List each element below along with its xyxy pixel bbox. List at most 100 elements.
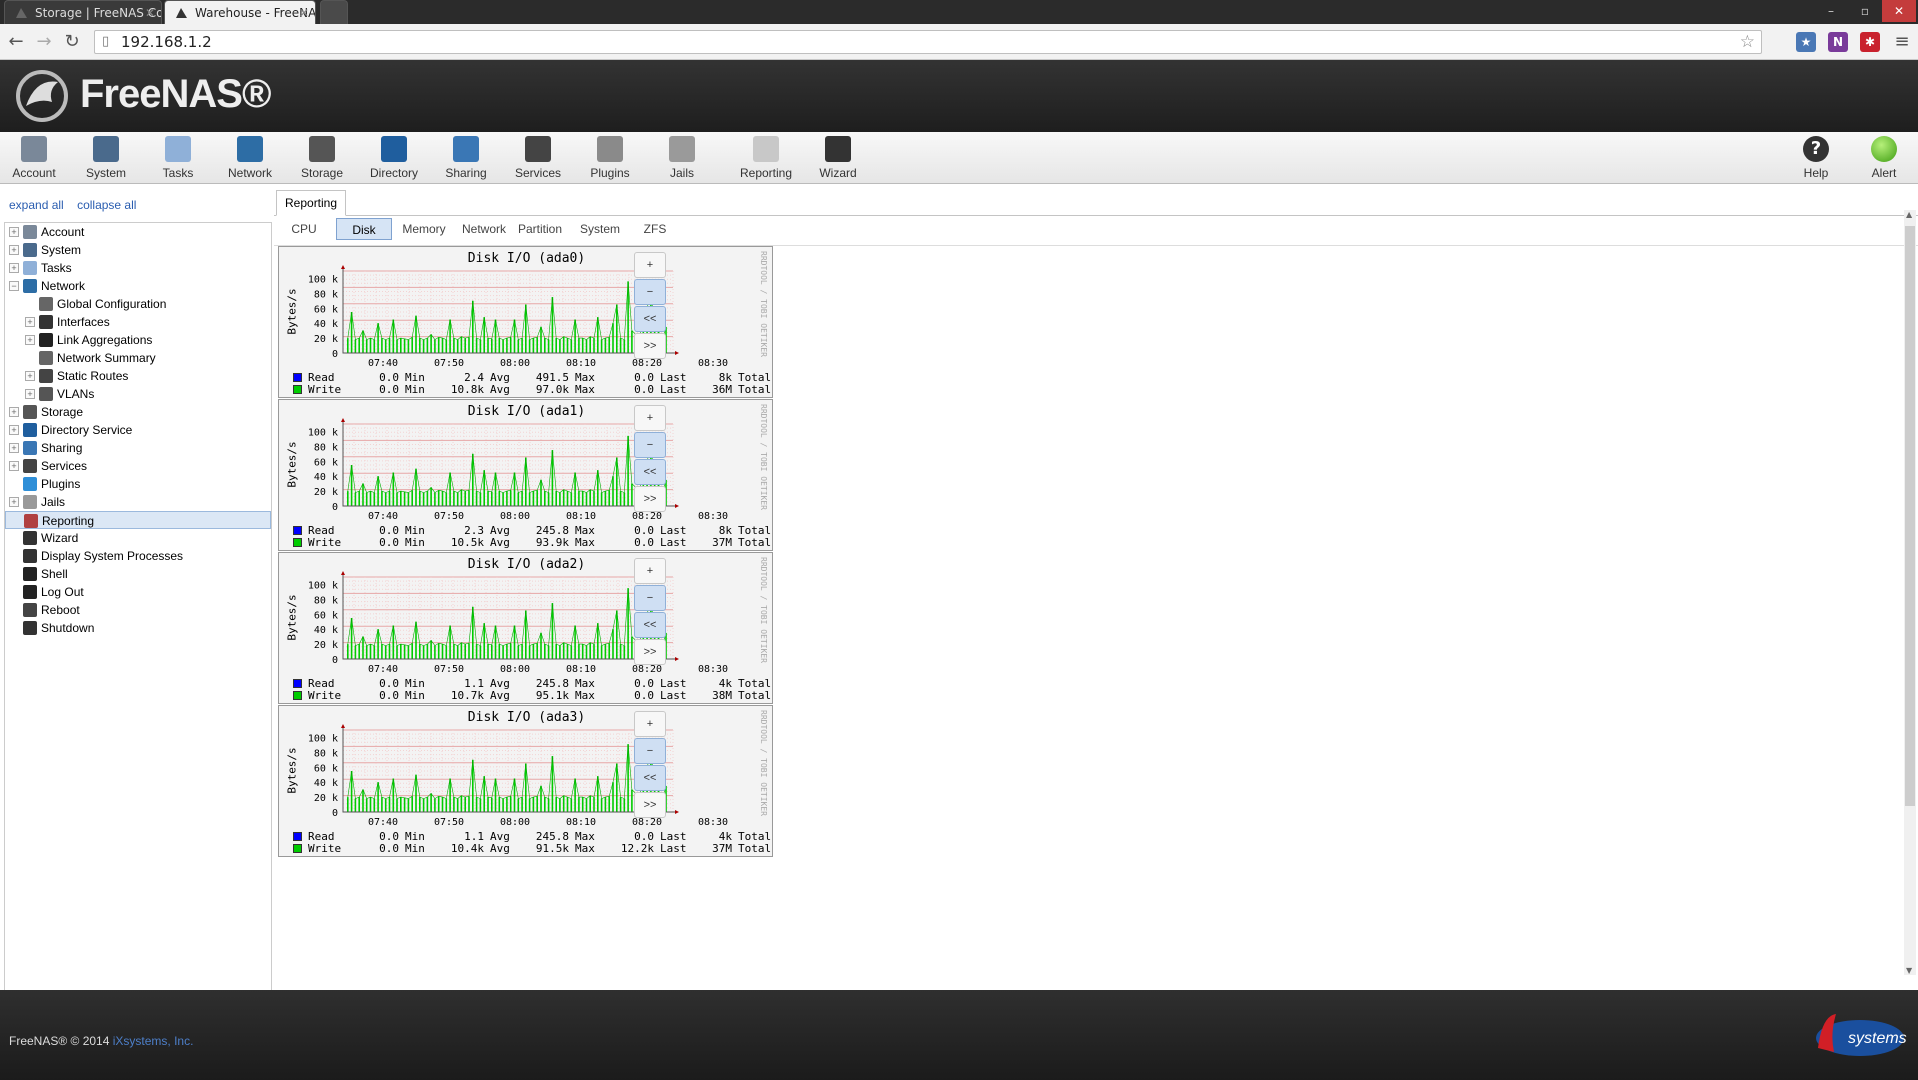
tab-reporting[interactable]: Reporting — [276, 190, 347, 216]
extension-onenote-icon[interactable]: N — [1828, 32, 1848, 52]
expand-icon[interactable]: + — [25, 317, 35, 327]
back-button[interactable]: << — [634, 459, 666, 485]
toolbar-tasks-button[interactable]: Tasks — [146, 134, 210, 182]
close-tab-icon[interactable]: ✕ — [299, 1, 309, 24]
sidebar-item-link-aggregations[interactable]: + Link Aggregations — [5, 331, 271, 349]
scroll-up-icon[interactable]: ▲ — [1906, 210, 1912, 219]
toolbar-alert-button[interactable]: Alert — [1852, 134, 1916, 182]
close-tab-icon[interactable]: ✕ — [145, 1, 155, 24]
sidebar-item-account[interactable]: + Account — [5, 223, 271, 241]
forward-button[interactable]: >> — [634, 486, 666, 512]
sidebar-item-display-system-processes[interactable]: Display System Processes — [5, 547, 271, 565]
toolbar-wizard-button[interactable]: Wizard — [806, 134, 870, 182]
reload-icon[interactable]: ↻ — [60, 30, 84, 54]
expand-icon[interactable]: + — [9, 497, 19, 507]
back-button[interactable]: << — [634, 306, 666, 332]
sidebar-item-network-summary[interactable]: Network Summary — [5, 349, 271, 367]
forward-button[interactable]: >> — [634, 333, 666, 359]
back-button[interactable]: << — [634, 765, 666, 791]
zoom-in-button[interactable]: + — [634, 558, 666, 584]
minimize-icon[interactable]: – — [1814, 0, 1848, 22]
browser-tab-storage[interactable]: Storage | FreeNAS Comm ✕ — [4, 0, 162, 24]
sidebar-item-directory-service[interactable]: + Directory Service — [5, 421, 271, 439]
zoom-in-button[interactable]: + — [634, 711, 666, 737]
expand-icon[interactable]: + — [9, 407, 19, 417]
zoom-out-button[interactable]: − — [634, 738, 666, 764]
browser-tab-warehouse[interactable]: Warehouse - FreeNAS-9.3 ✕ — [164, 0, 316, 24]
zoom-out-button[interactable]: − — [634, 279, 666, 305]
close-window-icon[interactable]: ✕ — [1882, 0, 1916, 22]
zoom-out-button[interactable]: − — [634, 432, 666, 458]
subtab-zfs[interactable]: ZFS — [634, 218, 676, 240]
subtab-network[interactable]: Network — [456, 218, 512, 240]
expand-icon[interactable]: + — [9, 425, 19, 435]
collapse-icon[interactable]: − — [9, 281, 19, 291]
extension-bookmark-icon[interactable]: ★ — [1796, 32, 1816, 52]
scroll-down-icon[interactable]: ▼ — [1906, 966, 1912, 975]
sidebar-item-shell[interactable]: Shell — [5, 565, 271, 583]
sidebar-item-plugins[interactable]: Plugins — [5, 475, 271, 493]
sidebar-item-static-routes[interactable]: + Static Routes — [5, 367, 271, 385]
extension-lastpass-icon[interactable]: ✱ — [1860, 32, 1880, 52]
company-link[interactable]: iXsystems, Inc. — [113, 1034, 194, 1048]
zoom-in-button[interactable]: + — [634, 405, 666, 431]
zoom-in-button[interactable]: + — [634, 252, 666, 278]
expand-icon[interactable]: + — [9, 443, 19, 453]
scrollbar-thumb[interactable] — [1905, 226, 1915, 806]
new-tab-button[interactable] — [320, 0, 348, 24]
expand-icon[interactable]: + — [25, 371, 35, 381]
subtab-memory[interactable]: Memory — [396, 218, 452, 240]
toolbar-system-button[interactable]: System — [74, 134, 138, 182]
expand-icon[interactable]: + — [25, 335, 35, 345]
sidebar-item-log-out[interactable]: Log Out — [5, 583, 271, 601]
expand-all-link[interactable]: expand all — [9, 198, 64, 212]
sidebar-item-sharing[interactable]: + Sharing — [5, 439, 271, 457]
maximize-icon[interactable]: ▫ — [1848, 0, 1882, 22]
toolbar-jails-button[interactable]: Jails — [650, 134, 714, 182]
sidebar-item-system[interactable]: + System — [5, 241, 271, 259]
back-icon[interactable]: ← — [4, 30, 28, 54]
expand-icon[interactable]: + — [9, 245, 19, 255]
sidebar-item-storage[interactable]: + Storage — [5, 403, 271, 421]
expand-icon[interactable]: + — [9, 263, 19, 273]
sidebar-item-global-configuration[interactable]: Global Configuration — [5, 295, 271, 313]
sidebar-item-reboot[interactable]: Reboot — [5, 601, 271, 619]
subtab-partition[interactable]: Partition — [512, 218, 568, 240]
url-input[interactable]: ▯ 192.168.1.2 ☆ — [94, 30, 1762, 54]
sidebar-item-shutdown[interactable]: Shutdown — [5, 619, 271, 637]
toolbar-label: Sharing — [445, 166, 487, 180]
expand-icon[interactable]: + — [25, 389, 35, 399]
sidebar-item-wizard[interactable]: Wizard — [5, 529, 271, 547]
zoom-out-button[interactable]: − — [634, 585, 666, 611]
toolbar-sharing-button[interactable]: Sharing — [434, 134, 498, 182]
toolbar-services-button[interactable]: Services — [506, 134, 570, 182]
subtab-system[interactable]: System — [572, 218, 628, 240]
toolbar-directory-button[interactable]: Directory — [362, 134, 426, 182]
sidebar-item-tasks[interactable]: + Tasks — [5, 259, 271, 277]
collapse-all-link[interactable]: collapse all — [77, 198, 136, 212]
sidebar-item-vlans[interactable]: + VLANs — [5, 385, 271, 403]
toolbar-storage-button[interactable]: Storage — [290, 134, 354, 182]
toolbar-help-button[interactable]: ? Help — [1784, 134, 1848, 182]
sidebar-item-interfaces[interactable]: + Interfaces — [5, 313, 271, 331]
toolbar-account-button[interactable]: Account — [2, 134, 66, 182]
sidebar-item-network[interactable]: − Network — [5, 277, 271, 295]
back-button[interactable]: << — [634, 612, 666, 638]
footer: FreeNAS® © 2014 iXsystems, Inc. systems — [0, 990, 1918, 1080]
toolbar-reporting-button[interactable]: Reporting — [734, 134, 798, 182]
forward-icon[interactable]: → — [32, 30, 56, 54]
sidebar-item-jails[interactable]: + Jails — [5, 493, 271, 511]
bookmark-star-icon[interactable]: ☆ — [1740, 31, 1755, 53]
y-tick-label: 20 k — [314, 793, 338, 804]
forward-button[interactable]: >> — [634, 792, 666, 818]
sidebar-item-services[interactable]: + Services — [5, 457, 271, 475]
forward-button[interactable]: >> — [634, 639, 666, 665]
subtab-cpu[interactable]: CPU — [278, 218, 330, 240]
toolbar-plugins-button[interactable]: Plugins — [578, 134, 642, 182]
sidebar-item-reporting[interactable]: Reporting — [5, 511, 271, 529]
expand-icon[interactable]: + — [9, 461, 19, 471]
expand-icon[interactable]: + — [9, 227, 19, 237]
menu-icon[interactable]: ≡ — [1890, 30, 1914, 54]
subtab-disk[interactable]: Disk — [336, 218, 392, 240]
toolbar-network-button[interactable]: Network — [218, 134, 282, 182]
